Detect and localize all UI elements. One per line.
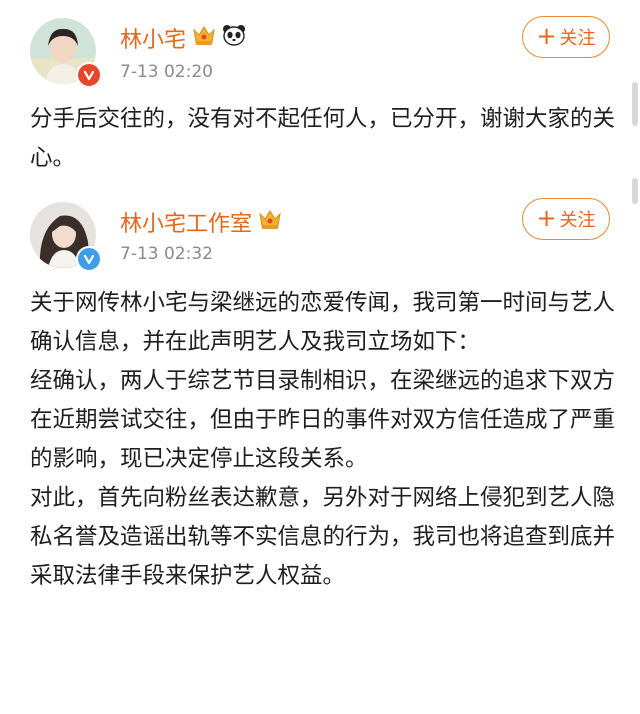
user-name-text[interactable]: 林小宅 [120,22,186,54]
panda-icon [222,24,246,52]
plus-icon: + [536,204,557,232]
user-name[interactable]: 林小宅 [120,22,246,54]
weibo-post-1: 林小宅 7-13 02:20 + 关注 分手后交往的，没有对不起任何人，已分开，… [0,0,640,190]
verified-red-icon [76,62,102,88]
crown-icon [258,208,282,236]
scrollbar[interactable] [632,178,638,204]
follow-label: 关注 [559,210,596,231]
user-name-text[interactable]: 林小宅工作室 [120,206,252,238]
follow-button[interactable]: + 关注 [522,16,610,58]
post-paragraph: 关于网传林小宅与梁继远的恋爱传闻，我司第一时间与艺人确认信息，并在此声明艺人及我… [30,290,616,355]
follow-label: 关注 [559,28,596,49]
crown-icon [192,24,216,52]
follow-button[interactable]: + 关注 [522,198,610,240]
post-paragraph: 分手后交往的，没有对不起任何人，已分开，谢谢大家的关心。 [30,106,616,171]
post-time: 7-13 02:20 [120,62,213,82]
post-content: 关于网传林小宅与梁继远的恋爱传闻，我司第一时间与艺人确认信息，并在此声明艺人及我… [30,284,615,596]
user-name[interactable]: 林小宅工作室 [120,206,282,238]
post-paragraph: 经确认，两人于综艺节目录制相识，在梁继远的追求下双方在近期尝试交往，但由于昨日的… [30,368,616,472]
scrollbar[interactable] [632,82,638,126]
weibo-post-2: 林小宅工作室 7-13 02:32 + 关注 关于网传林小宅与梁继远的恋爱传闻，… [0,178,640,714]
verified-blue-icon [76,246,102,272]
plus-icon: + [536,22,557,50]
post-content: 分手后交往的，没有对不起任何人，已分开，谢谢大家的关心。 [30,100,615,178]
post-paragraph: 对此，首先向粉丝表达歉意，另外对于网络上侵犯到艺人隐私名誉及造谣出轨等不实信息的… [30,485,616,589]
post-time: 7-13 02:32 [120,244,213,264]
